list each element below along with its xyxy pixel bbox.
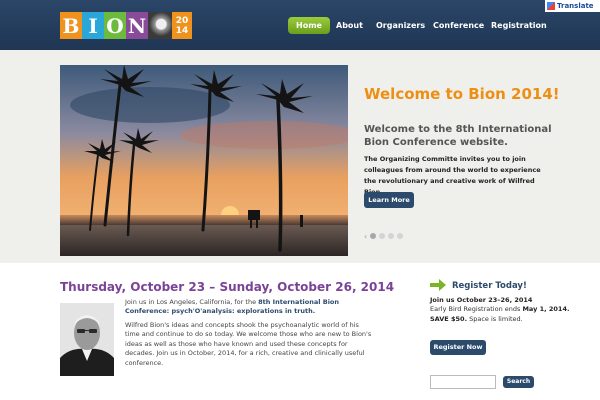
logo-year: 20 14 <box>172 12 192 39</box>
google-translate-icon <box>547 2 555 10</box>
intro-paragraph: Join us in Los Angeles, California, for … <box>125 298 375 317</box>
site-header: B I O N 20 14 Home About Organizers Conf… <box>0 0 600 50</box>
register-now-button[interactable]: Register Now <box>430 340 486 355</box>
search-input[interactable] <box>430 375 496 389</box>
logo-portrait-image <box>148 12 172 39</box>
early-bird-prefix: Early Bird Registration ends <box>430 305 523 314</box>
slider-dot-2[interactable] <box>379 233 386 239</box>
early-bird-text: Early Bird Registration ends May 1, 2014… <box>430 305 580 324</box>
register-today-link[interactable]: Register Today! <box>452 281 527 291</box>
description-paragraph: Wilfred Bion's ideas and concepts shook … <box>125 321 372 367</box>
welcome-title: Welcome to Bion 2014! <box>364 85 560 103</box>
logo-year-top: 20 <box>175 15 189 26</box>
nav-home[interactable]: Home <box>288 17 330 34</box>
logo-letter-i: I <box>82 12 104 39</box>
translate-button[interactable]: Translate <box>545 0 600 12</box>
search-button[interactable]: Search <box>503 376 534 388</box>
registration-dates: Join us October 23–26, 2014 <box>430 296 533 304</box>
slider-dot-1[interactable] <box>370 233 377 239</box>
nav-about[interactable]: About <box>336 17 363 34</box>
learn-more-button[interactable]: Learn More <box>364 192 414 208</box>
bion-2014-logo[interactable]: B I O N 20 14 <box>60 12 192 39</box>
logo-letter-b: B <box>60 12 82 39</box>
conference-dates-heading: Thursday, October 23 – Sunday, October 2… <box>60 280 395 294</box>
register-arrow-icon <box>430 279 446 291</box>
slider-dot-4[interactable] <box>397 233 404 239</box>
slider-prev-icon[interactable]: ‹ <box>364 232 367 241</box>
hero-image-beach-sunset <box>60 65 348 256</box>
logo-letter-n: N <box>126 12 148 39</box>
welcome-subtitle: Welcome to the 8th International Bion Co… <box>364 124 552 148</box>
slider-dot-3[interactable] <box>388 233 395 239</box>
early-bird-suffix: Space is limited. <box>467 314 523 323</box>
intro-text: Join us in Los Angeles, California, for … <box>125 298 259 306</box>
registration-info: Join us October 23–26, 2014 Early Bird R… <box>430 296 580 324</box>
logo-letter-o: O <box>104 12 126 39</box>
logo-year-bottom: 14 <box>175 25 189 36</box>
wilfred-bion-portrait <box>60 303 114 376</box>
nav-conference[interactable]: Conference <box>433 17 484 34</box>
translate-label: Translate <box>557 2 594 10</box>
nav-registration[interactable]: Registration <box>491 17 547 34</box>
nav-organizers[interactable]: Organizers <box>376 17 425 34</box>
slider-pagination: ‹ <box>364 232 404 241</box>
